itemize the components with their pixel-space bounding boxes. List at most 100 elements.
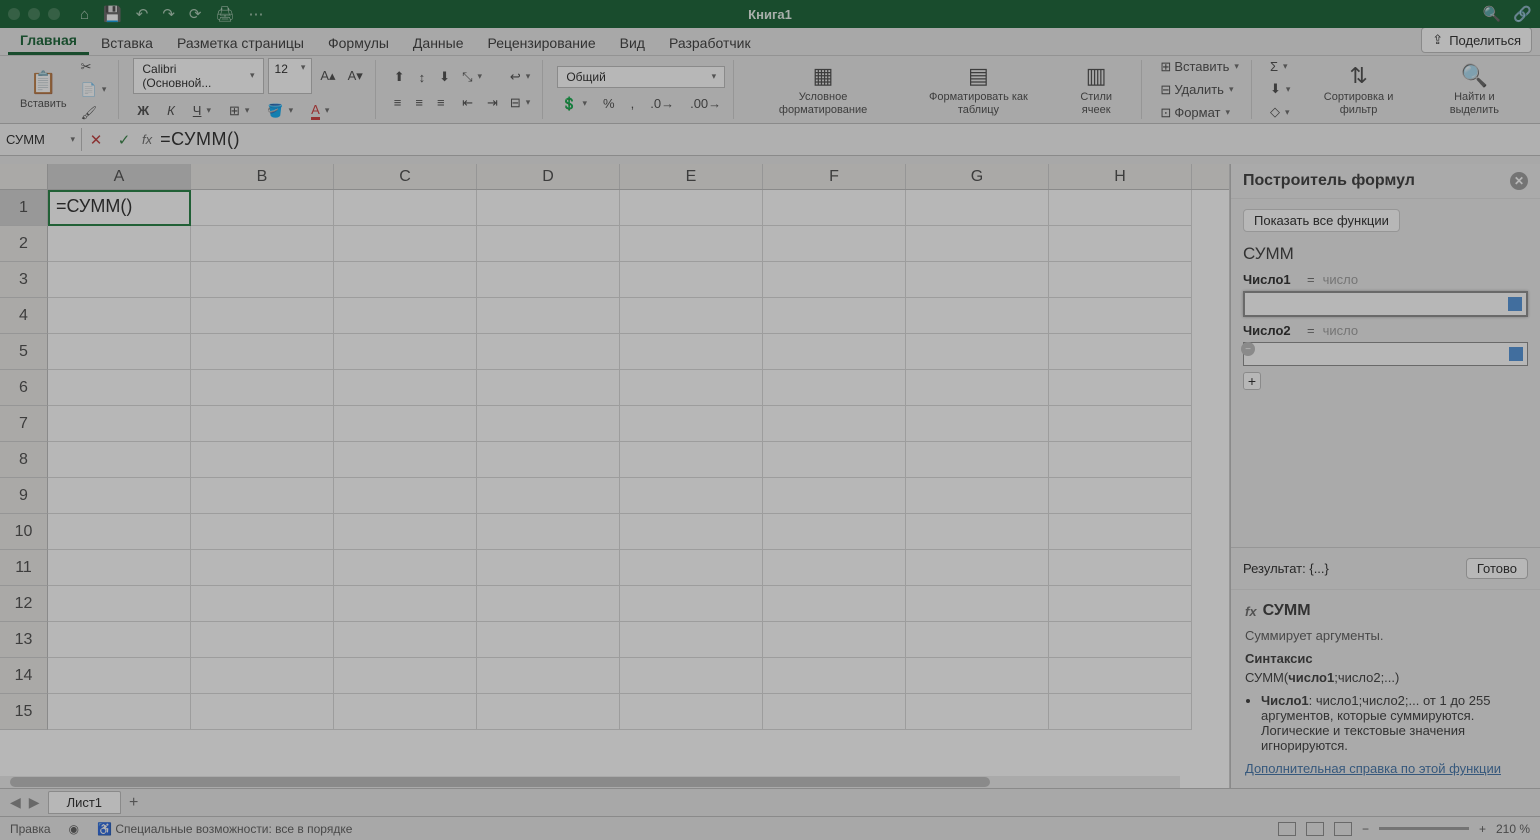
- column-header-a[interactable]: A: [48, 164, 191, 189]
- italic-button[interactable]: К: [163, 100, 179, 122]
- arg2-input[interactable]: [1243, 342, 1528, 366]
- zoom-slider[interactable]: [1379, 827, 1469, 830]
- cell[interactable]: [620, 514, 763, 550]
- cell[interactable]: [334, 694, 477, 730]
- row-header[interactable]: 13: [0, 622, 48, 658]
- cell[interactable]: [620, 442, 763, 478]
- cell[interactable]: [620, 370, 763, 406]
- page-layout-view-button[interactable]: [1306, 822, 1324, 836]
- select-all-corner[interactable]: [0, 164, 48, 189]
- comma-button[interactable]: ,: [627, 94, 639, 114]
- fx-label[interactable]: fx: [142, 132, 152, 147]
- row-header[interactable]: 2: [0, 226, 48, 262]
- row-header[interactable]: 6: [0, 370, 48, 406]
- cell[interactable]: [334, 550, 477, 586]
- cell[interactable]: [48, 406, 191, 442]
- zoom-in-button[interactable]: +: [1479, 822, 1486, 836]
- row-header[interactable]: 11: [0, 550, 48, 586]
- cell[interactable]: [1049, 622, 1192, 658]
- percent-button[interactable]: %: [599, 94, 619, 114]
- cell[interactable]: [1049, 190, 1192, 226]
- cell[interactable]: [906, 442, 1049, 478]
- cell[interactable]: [763, 226, 906, 262]
- cell[interactable]: [1049, 370, 1192, 406]
- paste-button[interactable]: 📋 Вставить: [14, 66, 73, 114]
- cell[interactable]: [763, 370, 906, 406]
- panel-close-button[interactable]: ✕: [1510, 172, 1528, 190]
- macro-record-icon[interactable]: ◉: [69, 822, 79, 836]
- cell[interactable]: [477, 334, 620, 370]
- cell[interactable]: [191, 658, 334, 694]
- align-right-button[interactable]: ≡: [433, 93, 449, 112]
- show-all-functions-button[interactable]: Показать все функции: [1243, 209, 1400, 232]
- cell[interactable]: [620, 190, 763, 226]
- cell[interactable]: [334, 514, 477, 550]
- save-icon[interactable]: 💾: [103, 5, 122, 23]
- fill-button[interactable]: ⬇▾: [1266, 79, 1294, 99]
- autosum-button[interactable]: Σ▾: [1266, 57, 1294, 76]
- row-header[interactable]: 15: [0, 694, 48, 730]
- cell[interactable]: [334, 658, 477, 694]
- cell[interactable]: [763, 622, 906, 658]
- add-argument-button[interactable]: +: [1243, 372, 1261, 390]
- cell[interactable]: [1049, 262, 1192, 298]
- cell[interactable]: [1049, 586, 1192, 622]
- cell[interactable]: [191, 514, 334, 550]
- cell[interactable]: [477, 694, 620, 730]
- cell[interactable]: [477, 514, 620, 550]
- tab-insert[interactable]: Вставка: [89, 29, 165, 55]
- cell[interactable]: [1049, 442, 1192, 478]
- tab-page-layout[interactable]: Разметка страницы: [165, 29, 316, 55]
- insert-cells-button[interactable]: ⊞ Вставить▾: [1156, 57, 1243, 77]
- cell[interactable]: [620, 226, 763, 262]
- zoom-out-button[interactable]: −: [1362, 822, 1369, 836]
- cancel-formula-button[interactable]: ✕: [82, 131, 110, 149]
- row-header[interactable]: 5: [0, 334, 48, 370]
- cell[interactable]: [48, 478, 191, 514]
- cell[interactable]: [334, 262, 477, 298]
- decrease-font-button[interactable]: A▾: [344, 58, 367, 94]
- cell[interactable]: [334, 586, 477, 622]
- format-as-table-button[interactable]: ▤ Форматировать как таблицу: [902, 59, 1055, 119]
- cell[interactable]: [906, 334, 1049, 370]
- cell[interactable]: [906, 586, 1049, 622]
- cell[interactable]: [48, 586, 191, 622]
- number-format-select[interactable]: Общий▾: [557, 66, 725, 88]
- row-header[interactable]: 8: [0, 442, 48, 478]
- cell[interactable]: [191, 298, 334, 334]
- row-header[interactable]: 7: [0, 406, 48, 442]
- cell[interactable]: [48, 622, 191, 658]
- tab-home[interactable]: Главная: [8, 26, 89, 55]
- cell[interactable]: [334, 406, 477, 442]
- column-header-b[interactable]: B: [191, 164, 334, 189]
- cell[interactable]: [620, 478, 763, 514]
- align-middle-button[interactable]: ↕: [415, 67, 430, 87]
- share-button[interactable]: ⇪ Поделиться: [1421, 27, 1532, 53]
- cell[interactable]: [48, 370, 191, 406]
- cell[interactable]: [763, 586, 906, 622]
- undo-icon[interactable]: ↶: [136, 5, 149, 23]
- cell[interactable]: [191, 694, 334, 730]
- cell[interactable]: [763, 550, 906, 586]
- cell[interactable]: [763, 478, 906, 514]
- tab-review[interactable]: Рецензирование: [476, 29, 608, 55]
- cell[interactable]: [906, 370, 1049, 406]
- row-header[interactable]: 1: [0, 190, 48, 226]
- cell[interactable]: [191, 406, 334, 442]
- cell[interactable]: [334, 226, 477, 262]
- cell[interactable]: [334, 478, 477, 514]
- cell[interactable]: [906, 226, 1049, 262]
- cell[interactable]: [48, 694, 191, 730]
- column-header-c[interactable]: C: [334, 164, 477, 189]
- cell[interactable]: [763, 406, 906, 442]
- cell[interactable]: [906, 298, 1049, 334]
- range-select-icon[interactable]: [1509, 347, 1523, 361]
- cell[interactable]: [620, 406, 763, 442]
- increase-decimal-button[interactable]: .0→: [646, 94, 678, 114]
- cell[interactable]: [763, 262, 906, 298]
- column-header-e[interactable]: E: [620, 164, 763, 189]
- copy-button[interactable]: 📄▾: [77, 80, 111, 100]
- cell[interactable]: [191, 586, 334, 622]
- clear-button[interactable]: ◇▾: [1266, 102, 1294, 122]
- cell[interactable]: [191, 622, 334, 658]
